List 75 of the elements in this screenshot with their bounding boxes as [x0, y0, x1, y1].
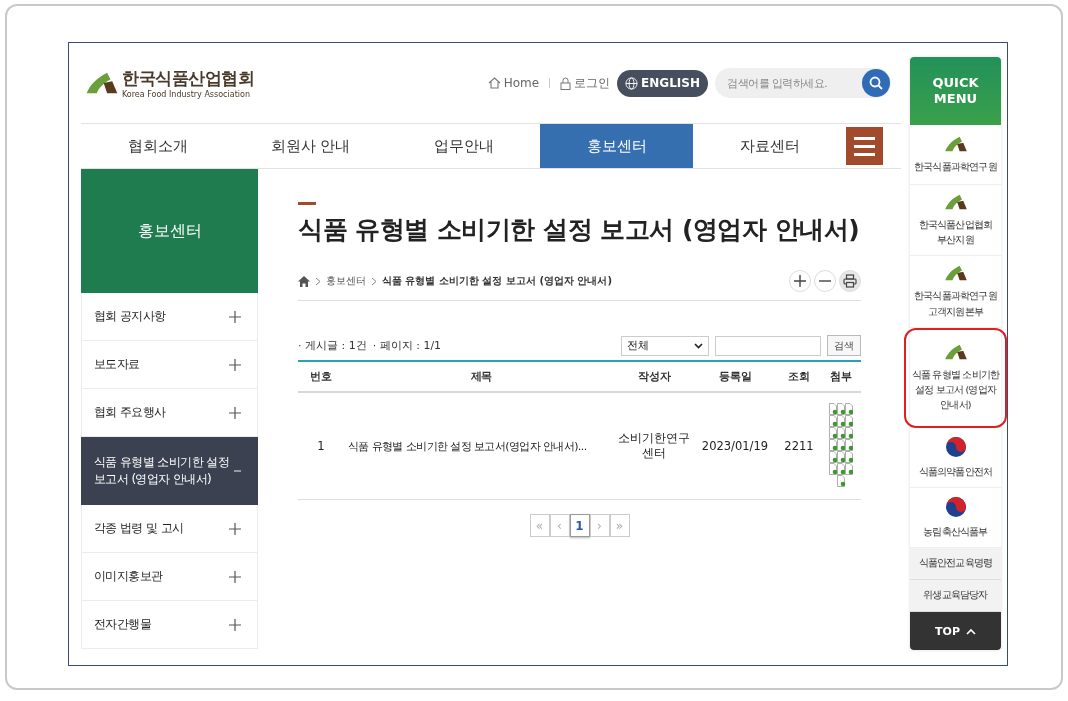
quick-menu-link[interactable]: 위생교육담당자 — [910, 580, 1001, 613]
expand-icon — [229, 310, 241, 323]
english-button[interactable]: ENGLISH — [617, 69, 708, 97]
sidebar-item[interactable]: 각종 법령 및 고시 — [81, 505, 258, 553]
sidebar-item[interactable]: 식품 유형별 소비기한 설정 보고서 (영업자 안내서) — [81, 437, 258, 505]
breadcrumb-link[interactable]: 식품 유형별 소비기한 설정 보고서 (영업자 안내서) — [382, 274, 613, 288]
sidebar-item[interactable]: 전자간행물 — [81, 601, 258, 649]
globe-icon — [625, 76, 639, 90]
column-header: 조회 — [777, 361, 821, 392]
sidebar-item[interactable]: 보도자료 — [81, 341, 258, 389]
page-title: 식품 유형별 소비기한 설정 보고서 (영업자 안내서) — [298, 214, 861, 246]
nav-tab[interactable]: 회원사 안내 — [234, 124, 387, 168]
expand-icon — [229, 522, 241, 535]
column-header: 등록일 — [693, 361, 777, 392]
nav-tab[interactable]: 업무안내 — [387, 124, 540, 168]
keyword-field[interactable] — [715, 335, 821, 356]
quick-menu-item[interactable]: 한국식품과학연구원 고객지원본부 — [910, 256, 1001, 328]
breadcrumb-link[interactable]: 홍보센터 — [326, 274, 366, 288]
top-button[interactable]: TOP — [910, 612, 1001, 651]
login-link[interactable]: 로그인 — [560, 74, 611, 92]
column-header: 번호 — [298, 361, 344, 392]
column-header: 첨부 — [821, 361, 861, 392]
page-button[interactable]: 1 — [569, 514, 590, 537]
quick-menu-item[interactable]: 한국식품과학연구원 — [910, 125, 1001, 185]
emblem-icon — [944, 435, 967, 458]
quick-menu-title: QUICK MENU — [910, 57, 1001, 125]
quick-menu-item[interactable]: 식품의약품안전처 — [910, 427, 1001, 488]
logo-name: 한국식품산업협회 — [122, 67, 254, 90]
logo-icon — [943, 134, 968, 153]
sidebar-item[interactable]: 이미지홍보관 — [81, 553, 258, 601]
post-count: · 게시글 : 1건 — [298, 338, 367, 353]
nav-tab[interactable]: 홍보센터 — [540, 124, 693, 168]
filter-dropdown[interactable]: 전체 — [621, 335, 709, 356]
expand-icon — [229, 618, 241, 631]
expand-icon — [229, 406, 241, 419]
page-info: · 페이지 : 1/1 — [372, 338, 442, 353]
home-link[interactable]: Home — [487, 76, 540, 90]
table-cell: 1 — [317, 439, 325, 453]
logo-icon — [943, 193, 968, 211]
table-cell: 2023/01/19 — [701, 439, 769, 453]
menu-button[interactable] — [846, 127, 883, 165]
emblem-icon — [944, 495, 967, 518]
search-button[interactable] — [862, 69, 890, 97]
logo-icon — [943, 342, 968, 361]
print-button[interactable] — [839, 270, 861, 292]
expand-icon — [229, 358, 241, 371]
table-cell: 2211 — [784, 439, 814, 453]
home-icon — [487, 77, 501, 89]
nav-tab[interactable]: 협회소개 — [81, 124, 234, 168]
search-button[interactable]: 검색 — [827, 335, 861, 356]
home-icon — [298, 275, 310, 287]
chevron-icon — [315, 276, 321, 286]
quick-menu-link[interactable]: 식품안전교육명령 — [910, 548, 1001, 581]
plus-icon — [794, 275, 806, 287]
chevron-up-icon — [965, 627, 976, 635]
logo-subtitle: Korea Food Industry Association — [122, 90, 251, 99]
quick-menu-item[interactable]: 식품 유형별 소비기한 설정 보고서 (영업자 안내서) — [904, 327, 1007, 428]
chevron-icon — [371, 276, 377, 286]
nav-tab[interactable]: 자료센터 — [693, 124, 846, 168]
zoom-out-button[interactable] — [814, 270, 836, 292]
caret-icon — [694, 342, 703, 349]
lock-icon — [560, 76, 572, 90]
logo-icon — [943, 264, 968, 283]
zoom-in-button[interactable] — [789, 270, 811, 292]
post-title-link[interactable]: 식품 유형별 소비기한 설정 보고서(영업자 안내서)... — [348, 439, 587, 453]
sidebar-item[interactable]: 협회 공지사항 — [81, 293, 258, 341]
quick-menu-item[interactable]: 한국식품산업협회 부산지원 — [910, 185, 1001, 257]
column-header: 제목 — [344, 361, 615, 392]
logo-icon — [85, 71, 119, 95]
sidebar-title: 홍보센터 — [81, 169, 258, 293]
search-icon — [869, 76, 883, 90]
table-cell: 소비기한연구센터 — [618, 431, 690, 460]
print-icon — [843, 274, 857, 288]
expand-icon — [229, 570, 241, 583]
column-header: 작성자 — [615, 361, 693, 392]
